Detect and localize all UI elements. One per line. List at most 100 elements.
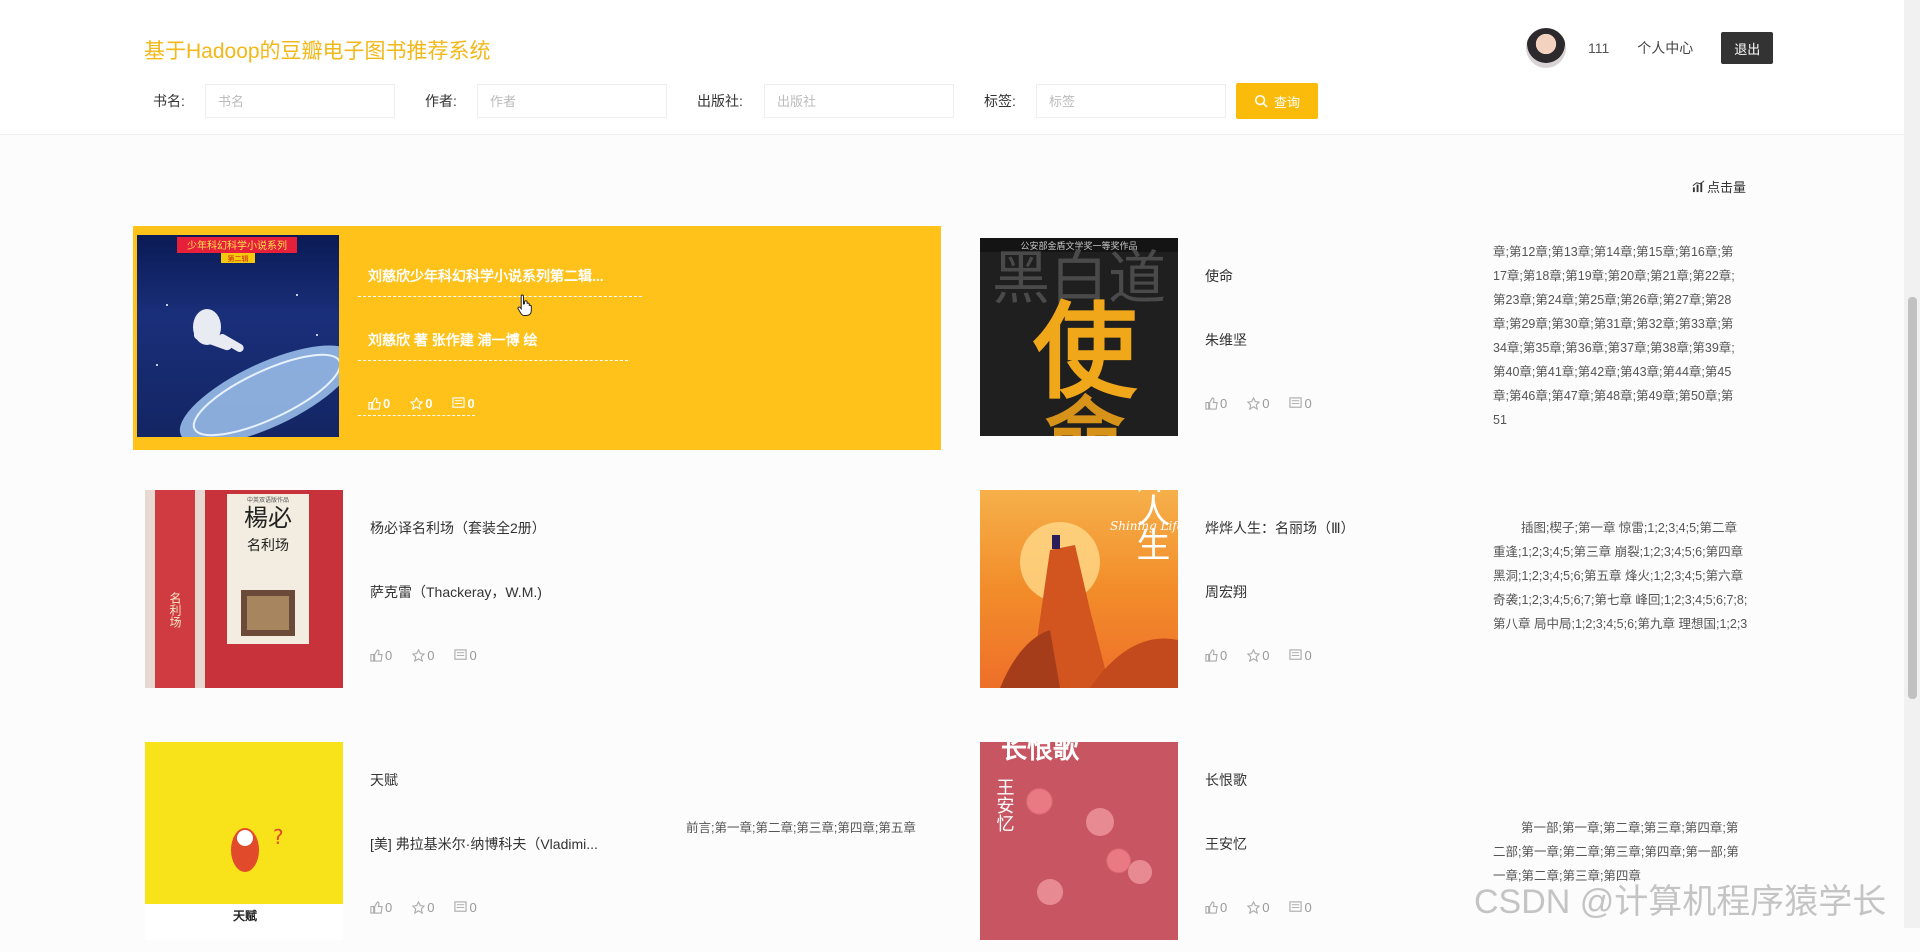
book-title[interactable]: 使命 bbox=[1205, 266, 1233, 286]
thumbs-up-icon bbox=[368, 397, 381, 410]
star-icon bbox=[1247, 397, 1261, 410]
tag-label: 标签: bbox=[984, 93, 1016, 109]
shining-life-cover-art: 烨人生 Shining Life bbox=[1000, 490, 1178, 688]
favorite-stat[interactable]: 0 bbox=[412, 648, 434, 663]
avatar[interactable] bbox=[1526, 28, 1566, 68]
thumbs-up-icon bbox=[370, 901, 383, 914]
comment-stat[interactable]: 0 bbox=[454, 648, 477, 663]
book-stats: 0 0 0 bbox=[1205, 396, 1312, 411]
book-description: 前言;第一章;第二章;第三章;第四章;第五章 bbox=[686, 821, 916, 835]
like-stat[interactable]: 0 bbox=[1205, 648, 1227, 663]
mission-cover-art: 公安部金盾文学奖一等奖作品 黑白道 使 命 bbox=[980, 238, 1178, 436]
logout-button[interactable]: 退出 bbox=[1721, 32, 1774, 64]
like-stat[interactable]: 0 bbox=[368, 396, 390, 411]
watermark: CSDN @计算机程序猿学长 bbox=[1474, 883, 1887, 921]
like-stat[interactable]: 0 bbox=[1205, 900, 1227, 915]
svg-text:第二辑: 第二辑 bbox=[228, 254, 249, 263]
book-name-input[interactable]: 书名 bbox=[205, 84, 395, 118]
comment-icon bbox=[1289, 397, 1303, 408]
comment-icon bbox=[454, 649, 468, 660]
book-title[interactable]: 天赋 bbox=[370, 770, 398, 790]
star-icon bbox=[1247, 901, 1261, 914]
book-author: 周宏翔 bbox=[1205, 584, 1247, 600]
svg-text:Shining Life: Shining Life bbox=[1110, 519, 1178, 533]
search-icon bbox=[1254, 94, 1268, 108]
book-stats: 0 0 0 bbox=[1205, 900, 1312, 915]
favorite-stat[interactable]: 0 bbox=[410, 396, 432, 411]
like-stat[interactable]: 0 bbox=[370, 900, 392, 915]
book-author: 朱维坚 bbox=[1205, 332, 1247, 348]
star-icon bbox=[412, 901, 426, 914]
book-author: 刘慈欣 著 张作建 浦一博 绘 bbox=[358, 330, 628, 361]
book-cover[interactable]: 少年科幻科学小说系列 第二辑 bbox=[137, 235, 339, 437]
book-title[interactable]: 烨烨人生：名丽场（Ⅲ） bbox=[1205, 518, 1355, 538]
search-bar: 书名: 书名 作者: 作者 出版社: 出版社 标签: 标签 查询 bbox=[153, 83, 1318, 119]
comment-stat[interactable]: 0 bbox=[454, 900, 477, 915]
sort-by-clicks[interactable]: 点击量 bbox=[1692, 177, 1746, 196]
personal-center-link[interactable]: 个人中心 bbox=[1637, 38, 1693, 58]
vanity-fair-cover-art: 名利场 中英双语版作品 楊必 名利场 bbox=[145, 490, 343, 688]
favorite-stat[interactable]: 0 bbox=[412, 900, 434, 915]
book-cover[interactable]: 名利场 中英双语版作品 楊必 名利场 bbox=[145, 490, 343, 688]
scrollbar-thumb[interactable] bbox=[1908, 297, 1917, 699]
star-icon bbox=[1247, 649, 1261, 662]
comment-stat[interactable]: 0 bbox=[1289, 396, 1312, 411]
comment-stat[interactable]: 0 bbox=[1289, 900, 1312, 915]
svg-text:天赋: 天赋 bbox=[233, 908, 257, 923]
book-author: [美] 弗拉基米尔·纳博科夫（Vladimi... bbox=[370, 836, 598, 852]
book-card[interactable]: 公安部金盾文学奖一等奖作品 黑白道 使 命 使命 朱维坚 0 0 0 章;第12… bbox=[970, 226, 1778, 448]
favorite-stat[interactable]: 0 bbox=[1247, 396, 1269, 411]
favorite-stat[interactable]: 0 bbox=[1247, 900, 1269, 915]
book-stats: 0 0 0 bbox=[370, 648, 477, 663]
comment-stat[interactable]: 0 bbox=[1289, 648, 1312, 663]
page-scrollbar[interactable] bbox=[1904, 0, 1920, 928]
book-card[interactable]: 名利场 中英双语版作品 楊必 名利场 杨必译名利场（套装全2册） 萨克雷（Tha… bbox=[135, 478, 943, 700]
thumbs-up-icon bbox=[1205, 397, 1218, 410]
talent-cover-art: ? 天赋 bbox=[145, 742, 343, 940]
book-title[interactable]: 杨必译名利场（套装全2册） bbox=[370, 518, 546, 538]
comment-icon bbox=[1289, 901, 1303, 912]
svg-text:名利场: 名利场 bbox=[247, 538, 289, 554]
book-card[interactable]: 烨人生 Shining Life 烨烨人生：名丽场（Ⅲ） 周宏翔 0 0 0 插… bbox=[970, 478, 1778, 700]
like-stat[interactable]: 0 bbox=[370, 648, 392, 663]
book-card[interactable]: ? 天赋 天赋 [美] 弗拉基米尔·纳博科夫（Vladimi... 0 0 0 … bbox=[135, 730, 943, 952]
chart-icon bbox=[1692, 180, 1705, 193]
site-title[interactable]: 基于Hadoop的豆瓣电子图书推荐系统 bbox=[144, 35, 491, 65]
book-card[interactable]: 少年科幻科学小说系列 第二辑 刘慈欣少年科幻科学小说系列第二辑... 刘慈欣 著… bbox=[133, 226, 941, 450]
star-icon bbox=[412, 649, 426, 662]
book-cover[interactable]: 烨人生 Shining Life bbox=[980, 490, 1178, 688]
book-stats: 0 0 0 bbox=[1205, 648, 1312, 663]
book-cover[interactable]: 公安部金盾文学奖一等奖作品 黑白道 使 命 bbox=[980, 238, 1178, 436]
like-stat[interactable]: 0 bbox=[1205, 396, 1227, 411]
header: 基于Hadoop的豆瓣电子图书推荐系统 111 个人中心 退出 书名: 书名 作… bbox=[0, 8, 1904, 135]
svg-text:王安忆: 王安忆 bbox=[994, 778, 1015, 832]
book-name-label: 书名: bbox=[153, 93, 185, 109]
comment-stat[interactable]: 0 bbox=[452, 396, 475, 411]
query-button[interactable]: 查询 bbox=[1236, 83, 1318, 119]
svg-text:少年科幻科学小说系列: 少年科幻科学小说系列 bbox=[187, 239, 287, 252]
book-title[interactable]: 长恨歌 bbox=[1205, 770, 1247, 790]
book-title[interactable]: 刘慈欣少年科幻科学小说系列第二辑... bbox=[358, 266, 642, 297]
book-stats: 0 0 0 bbox=[358, 396, 475, 416]
svg-text:中英双语版作品: 中英双语版作品 bbox=[247, 496, 289, 504]
hand-cursor-icon bbox=[517, 294, 532, 316]
author-input[interactable]: 作者 bbox=[477, 84, 667, 118]
author-label: 作者: bbox=[425, 93, 457, 109]
username: 111 bbox=[1588, 40, 1610, 56]
publisher-label: 出版社: bbox=[697, 93, 743, 109]
user-area: 111 个人中心 退出 bbox=[1526, 26, 1774, 70]
comment-icon bbox=[1289, 649, 1303, 660]
book-description: 章;第12章;第13章;第14章;第15章;第16章;第17章;第18章;第19… bbox=[1493, 245, 1735, 427]
comment-icon bbox=[452, 397, 466, 408]
query-label: 查询 bbox=[1273, 94, 1300, 110]
tag-input[interactable]: 标签 bbox=[1036, 84, 1226, 118]
star-icon bbox=[410, 397, 424, 410]
svg-text:?: ? bbox=[273, 825, 284, 849]
publisher-input[interactable]: 出版社 bbox=[764, 84, 954, 118]
svg-text:楊必: 楊必 bbox=[244, 504, 292, 532]
everlasting-regret-cover-art: 长恨歌 王安忆 bbox=[994, 742, 1152, 905]
favorite-stat[interactable]: 0 bbox=[1247, 648, 1269, 663]
book-cover[interactable]: 长恨歌 王安忆 bbox=[980, 742, 1178, 940]
svg-text:命: 命 bbox=[1045, 388, 1125, 436]
book-cover[interactable]: ? 天赋 bbox=[145, 742, 343, 940]
